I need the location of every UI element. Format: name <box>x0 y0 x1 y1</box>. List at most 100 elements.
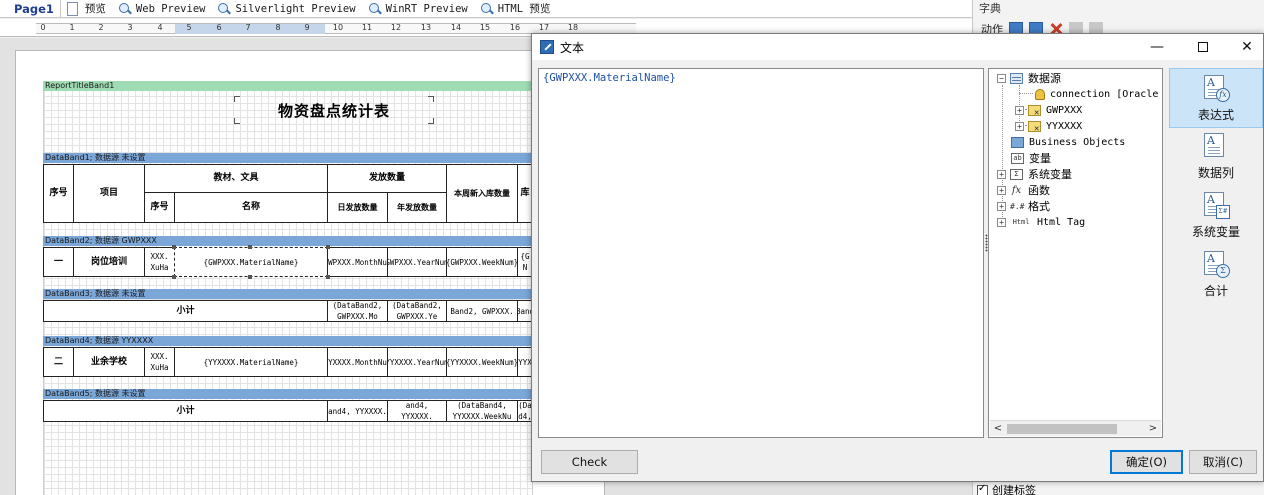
header-daily[interactable]: 日发放数量 <box>327 192 388 223</box>
tree-node-variables[interactable]: ab 变量 <box>1011 150 1051 166</box>
tree-horizontal-scrollbar[interactable]: < > <box>990 420 1161 436</box>
system-variable-icon: Σ <box>1010 168 1023 180</box>
database-icon <box>1035 88 1045 100</box>
system-variable-icon: Σ# <box>1202 192 1230 220</box>
scroll-left-icon[interactable]: < <box>990 421 1006 437</box>
header-distribution[interactable]: 发放数量 <box>327 164 447 193</box>
row4-item[interactable]: 业余学校 <box>73 347 145 377</box>
expression-editor[interactable]: {GWPXXX.MaterialName} <box>538 68 984 438</box>
tree-node-system-variables[interactable]: + Σ 系统变量 <box>997 166 1072 182</box>
row2-number[interactable]: 一 <box>43 247 74 277</box>
header-materials[interactable]: 教材、文具 <box>144 164 328 193</box>
tab-preview[interactable]: 预览 <box>61 0 112 18</box>
collapse-icon[interactable]: − <box>997 73 1006 83</box>
check-button[interactable]: Check <box>541 450 638 474</box>
ok-button[interactable]: 确定(O) <box>1110 450 1183 474</box>
expand-icon[interactable]: + <box>1015 105 1024 115</box>
create-label-checkbox[interactable] <box>977 483 988 495</box>
row5-col2[interactable]: and4, YYXXXX. <box>387 400 447 422</box>
row5-subtotal[interactable]: 小计 <box>43 400 328 422</box>
selection-corner <box>428 96 434 102</box>
data-band-2[interactable]: DataBand2; 数据源 GWPXXX <box>43 236 533 246</box>
selection-handle[interactable] <box>248 245 252 249</box>
data-band-5[interactable]: DataBand5; 数据源 未设置 <box>43 389 533 399</box>
expand-icon[interactable]: + <box>997 169 1006 179</box>
tree-node-gwpxxx[interactable]: + GWPXXX <box>1015 102 1082 118</box>
header-weekly-in[interactable]: 本周新入库数量 <box>446 164 518 223</box>
maximize-button[interactable] <box>1180 34 1226 60</box>
row2-material[interactable]: {GWPXXX.MaterialName} <box>174 247 328 277</box>
selection-handle[interactable] <box>326 245 330 249</box>
minimize-button[interactable]: — <box>1134 34 1180 60</box>
tree-node-datasource[interactable]: − 数据源 <box>997 70 1061 86</box>
row4-month[interactable]: {YYXXXX.MonthNum} <box>327 347 388 377</box>
variable-icon: ab <box>1011 152 1024 164</box>
ruler-number: 8 <box>275 23 281 32</box>
tab-html-preview[interactable]: HTML 预览 <box>474 0 557 18</box>
expand-icon[interactable]: + <box>997 185 1006 195</box>
format-icon: #.# <box>1010 201 1025 211</box>
expand-icon[interactable]: + <box>1015 121 1024 131</box>
magnifier-icon <box>368 2 381 15</box>
row5-col1[interactable]: and4, YYXXXX. <box>327 400 388 422</box>
row4-week[interactable]: {YYXXXX.WeekNum} <box>446 347 518 377</box>
tree-node-functions[interactable]: + fx 函数 <box>997 182 1050 198</box>
row2-month[interactable]: {GWPXXX.MonthNum} <box>327 247 388 277</box>
tree-node-format[interactable]: + #.# 格式 <box>997 198 1050 214</box>
header-seq[interactable]: 序号 <box>43 164 74 223</box>
data-band-1[interactable]: DataBand1; 数据源 未设置 <box>43 153 533 163</box>
data-band-3[interactable]: DataBand3; 数据源 未设置 <box>43 289 533 299</box>
row3-col1[interactable]: (DataBand2, GWPXXX.Mo <box>327 300 388 322</box>
row4-number[interactable]: 二 <box>43 347 74 377</box>
tree-node-html-tag[interactable]: + Html Html Tag <box>997 214 1085 230</box>
selection-handle[interactable] <box>248 275 252 279</box>
row3-subtotal[interactable]: 小计 <box>43 300 328 322</box>
create-label-option[interactable]: 创建标签 <box>977 482 1036 495</box>
tab-silverlight-preview[interactable]: Silverlight Preview <box>211 0 361 18</box>
row2-xuha[interactable]: XXX. XuHa <box>144 247 175 277</box>
summary-icon: Σ <box>1202 251 1230 279</box>
tab-winrt-preview[interactable]: WinRT Preview <box>362 0 474 18</box>
report-title-band[interactable]: ReportTitleBand1 <box>43 81 533 91</box>
expand-icon[interactable]: + <box>997 201 1006 211</box>
expression-mode-button[interactable]: fx 表达式 <box>1169 68 1263 128</box>
report-page[interactable]: ReportTitleBand1 物资盘点统计表 DataBand1; 数据源 … <box>15 50 605 495</box>
tab-page1[interactable]: Page1 <box>0 0 61 18</box>
dictionary-tree[interactable]: − 数据源 connection [Oracle + GWPXXX + YYXX… <box>988 68 1163 438</box>
header-sub-seq[interactable]: 序号 <box>144 192 175 223</box>
row2-week[interactable]: {GWPXXX.WeekNum} <box>446 247 518 277</box>
selection-handle[interactable] <box>172 245 176 249</box>
row5-col3[interactable]: (DataBand4, YYXXXX.WeekNu <box>446 400 518 422</box>
system-variable-mode-button[interactable]: Σ# 系统变量 <box>1169 186 1263 246</box>
row4-xuha[interactable]: XXX. XuHa <box>144 347 175 377</box>
ruler-number: 16 <box>509 23 521 32</box>
scroll-thumb[interactable] <box>1007 424 1117 434</box>
row4-material[interactable]: {YYXXXX.MaterialName} <box>174 347 328 377</box>
row3-col3[interactable]: Band2, GWPXXX. <box>446 300 518 322</box>
selection-handle[interactable] <box>172 275 176 279</box>
row2-item[interactable]: 岗位培训 <box>73 247 145 277</box>
ruler-number: 4 <box>157 23 163 32</box>
report-title[interactable]: 物资盘点统计表 <box>234 96 434 124</box>
row4-year[interactable]: {YYXXXX.YearNum} <box>387 347 447 377</box>
mode-buttons: fx 表达式 数据列 Σ# 系统变量 Σ 合计 <box>1169 64 1263 324</box>
dialog-titlebar[interactable]: 文本 — ✕ <box>532 34 1263 60</box>
cancel-button[interactable]: 取消(C) <box>1189 450 1257 474</box>
data-column-mode-button[interactable]: 数据列 <box>1169 127 1263 187</box>
header-name[interactable]: 名称 <box>174 192 328 223</box>
row2-year[interactable]: {GWPXXX.YearNum} <box>387 247 447 277</box>
tree-node-business-objects[interactable]: Business Objects <box>1011 134 1125 150</box>
datasource-icon <box>1010 72 1023 84</box>
tree-node-connection[interactable]: connection [Oracle <box>1035 86 1158 102</box>
close-button[interactable]: ✕ <box>1224 34 1264 60</box>
tree-node-yyxxxx[interactable]: + YYXXXX <box>1015 118 1082 134</box>
expand-icon[interactable]: + <box>997 217 1006 227</box>
header-item[interactable]: 项目 <box>73 164 145 223</box>
summary-mode-button[interactable]: Σ 合计 <box>1169 245 1263 305</box>
selection-handle[interactable] <box>326 275 330 279</box>
row3-col2[interactable]: (DataBand2, GWPXXX.Ye <box>387 300 447 322</box>
tab-web-preview[interactable]: Web Preview <box>112 0 212 18</box>
header-yearly[interactable]: 年发放数量 <box>387 192 447 223</box>
scroll-right-icon[interactable]: > <box>1145 421 1161 437</box>
data-band-4[interactable]: DataBand4; 数据源 YYXXXX <box>43 336 533 346</box>
